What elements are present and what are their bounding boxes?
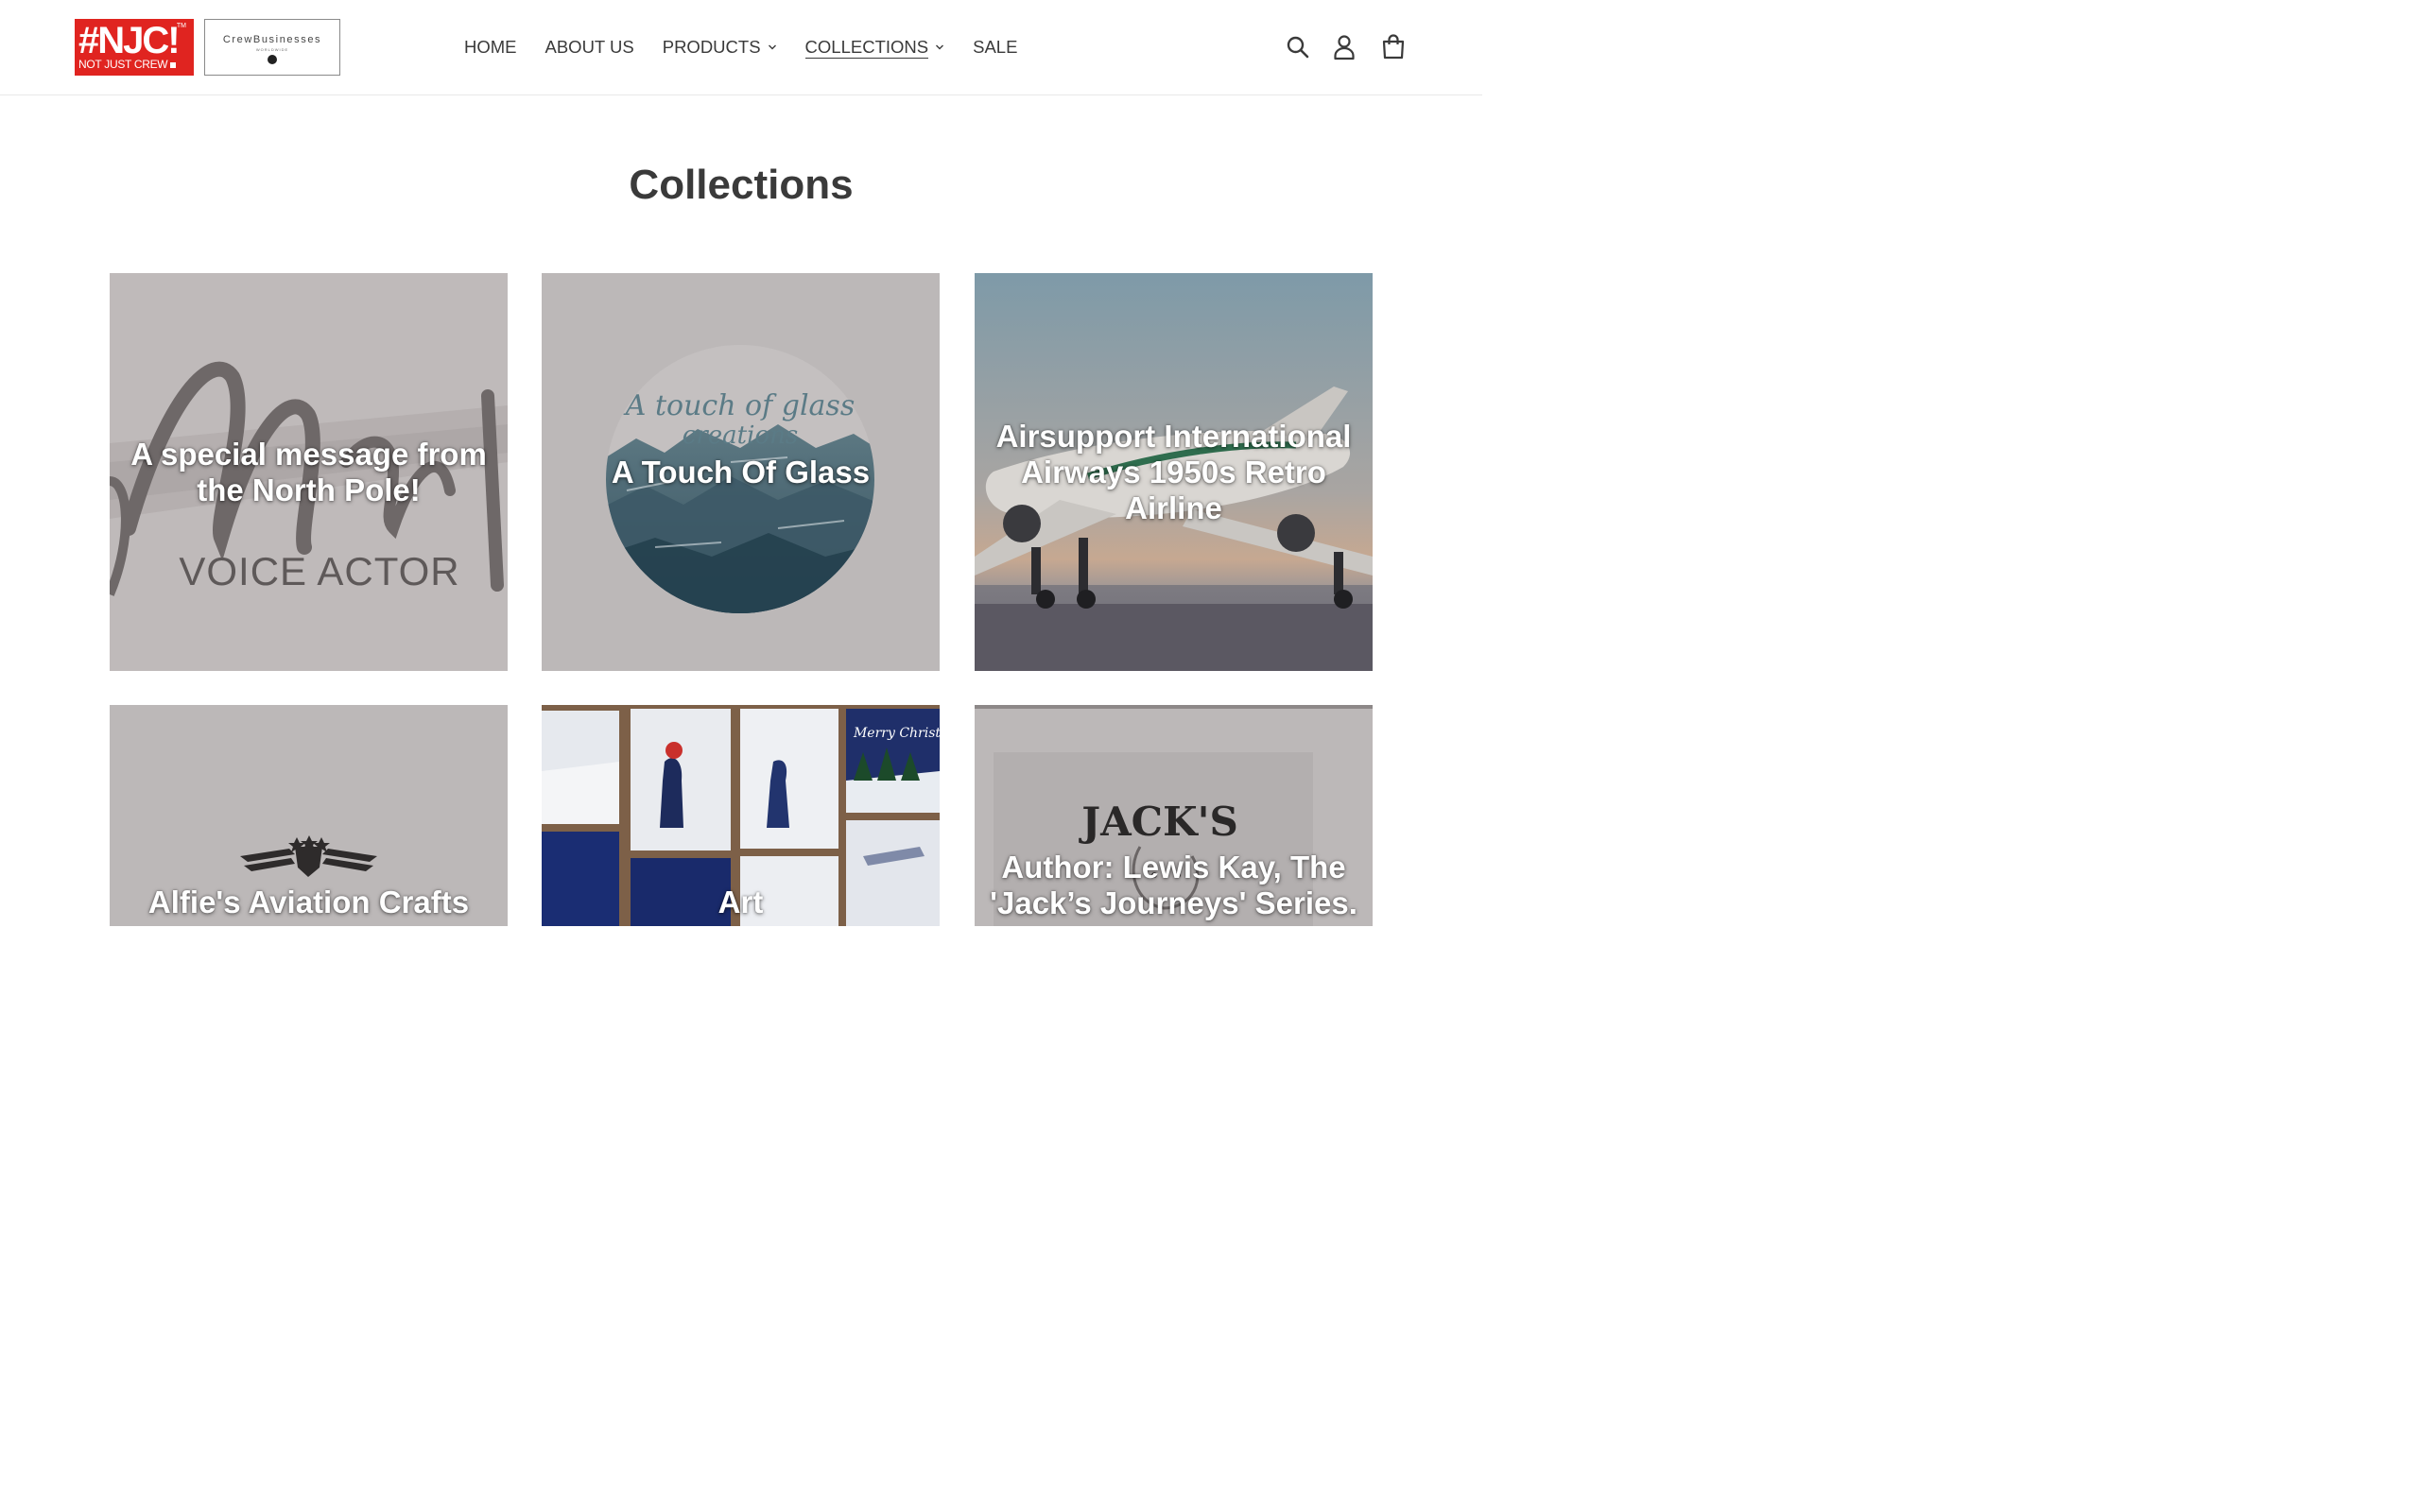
nav-collections[interactable]: COLLECTIONS xyxy=(804,37,945,59)
account-button[interactable] xyxy=(1331,34,1357,60)
collection-title: Author: Lewis Kay, The 'Jack’s Journeys'… xyxy=(990,850,1357,920)
collection-title: Art xyxy=(717,885,764,919)
collection-title: A Touch Of Glass xyxy=(611,454,871,490)
main-nav: HOME ABOUT US PRODUCTS COLLECTIONS SALE xyxy=(464,34,1046,60)
svg-text:A touch of glass: A touch of glass xyxy=(623,389,855,422)
njc-logo[interactable]: #NJC! TM NOT JUST CREW xyxy=(75,19,194,76)
collection-title: Airsupport International Airways 1950s R… xyxy=(995,418,1352,525)
collection-title: Alfie's Aviation Crafts xyxy=(147,885,470,919)
collection-card-author-lewis-kay[interactable]: JACK'S Author: Lewis Kay, The 'Jack’s Jo… xyxy=(975,705,1373,926)
search-button[interactable] xyxy=(1285,34,1311,60)
njc-logo-tm: TM xyxy=(176,23,186,29)
collection-card-alfies-aviation-crafts[interactable]: Alfie's Aviation Crafts xyxy=(110,705,508,926)
svg-text:JACK'S: JACK'S xyxy=(1078,799,1238,845)
nav-about-us[interactable]: ABOUT US xyxy=(545,34,634,60)
nav-sale[interactable]: SALE xyxy=(973,34,1017,60)
crew-logo-sub: WORLDWIDE xyxy=(255,47,289,52)
crew-logo-badge-icon xyxy=(268,55,277,64)
nav-home[interactable]: HOME xyxy=(464,34,517,60)
collection-card-north-pole[interactable]: VOICE ACTOR A special message from the N… xyxy=(110,273,508,671)
site-header: #NJC! TM NOT JUST CREW CrewBusinesses WO… xyxy=(0,0,1482,95)
svg-text:VOICE ACTOR: VOICE ACTOR xyxy=(179,549,459,593)
cart-button[interactable] xyxy=(1380,34,1407,60)
chevron-down-icon xyxy=(936,44,944,50)
collection-card-art[interactable]: Merry Christ Art xyxy=(542,705,940,926)
njc-logo-tagline: NOT JUST CREW xyxy=(78,59,177,70)
crew-logo-name: CrewBusinesses xyxy=(222,34,322,45)
svg-text:creations: creations xyxy=(683,421,798,450)
nav-products[interactable]: PRODUCTS xyxy=(663,34,777,60)
njc-logo-main: #NJC! xyxy=(78,20,181,61)
collection-card-airsupport-international[interactable]: Airsupport International Airways 1950s R… xyxy=(975,273,1373,671)
svg-text:Merry Christ: Merry Christ xyxy=(853,726,940,741)
search-icon xyxy=(1287,36,1309,59)
collection-card-a-touch-of-glass[interactable]: A touch of glass creations A Touch Of Gl… xyxy=(542,273,940,671)
collection-title: A special message from the North Pole! xyxy=(130,436,487,507)
chevron-down-icon xyxy=(768,44,776,50)
account-icon xyxy=(1334,35,1355,60)
cart-icon xyxy=(1382,34,1405,60)
crewbusinesses-logo[interactable]: CrewBusinesses WORLDWIDE xyxy=(204,19,340,76)
page-title: Collections xyxy=(629,162,854,208)
